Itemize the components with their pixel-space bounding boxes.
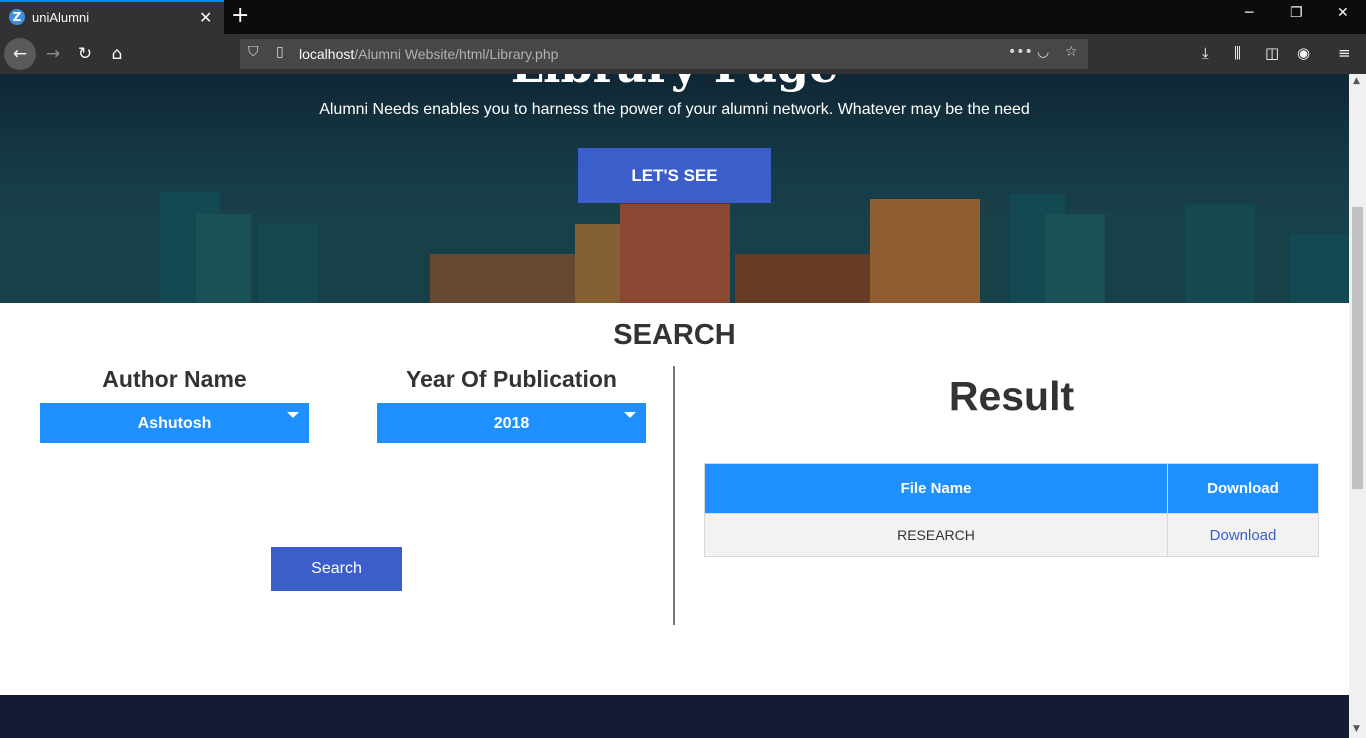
table-row: RESEARCH Download [704,513,1319,557]
bookmark-star-icon[interactable]: ☆ [1065,44,1078,60]
page-viewport: Library Page Alumni Needs enables you to… [0,74,1349,738]
home-icon[interactable]: ⌂ [101,38,133,70]
download-header: Download [1167,463,1319,514]
forward-icon[interactable]: → [37,38,69,70]
site-favicon-icon: Z [9,9,25,25]
dropdown-arrow-icon [287,412,299,418]
table-header-row: File Name Download [704,463,1319,514]
author-selected-value: Ashutosh [137,415,212,432]
browser-tab[interactable]: Z uniAlumni ✕ [0,0,224,34]
library-icon[interactable]: ⫼ [1234,44,1241,62]
file-name-cell: RESEARCH [704,513,1168,557]
page-icon: ▯ [276,44,284,60]
file-name-header: File Name [704,463,1168,514]
shield-icon[interactable]: ⛉ [248,44,259,60]
account-icon[interactable]: ◉ [1297,44,1310,62]
download-cell: Download [1167,513,1319,557]
close-tab-icon[interactable]: ✕ [199,8,212,27]
year-selected-value: 2018 [493,415,530,432]
restore-icon[interactable]: ❐ [1290,5,1303,21]
window-close-icon[interactable]: ✕ [1337,5,1349,21]
browser-tab-bar: Z uniAlumni ✕ + ─ ❐ ✕ [0,0,1366,34]
url-host: localhost [299,46,355,62]
download-link[interactable]: Download [1210,527,1277,544]
reload-icon[interactable]: ↻ [69,38,101,70]
search-heading: SEARCH [613,319,736,351]
author-name-select[interactable]: Ashutosh [40,403,309,443]
sidebar-icon[interactable]: ◫ [1265,44,1279,62]
tab-title: uniAlumni [32,10,90,25]
hero-title: Library Page [0,74,1349,93]
lets-see-button[interactable]: LET'S SEE [578,148,771,203]
author-name-label: Author Name [102,366,247,392]
page-footer [0,695,1349,738]
scroll-up-arrow-icon[interactable]: ▲ [1353,76,1360,86]
scroll-down-arrow-icon[interactable]: ▼ [1353,724,1360,734]
address-bar[interactable]: ⛉ ▯ localhost/Alumni Website/html/Librar… [240,39,1088,69]
page-actions-icon[interactable]: ••• [1008,44,1033,60]
browser-nav-bar: ← → ↻ ⌂ ⛉ ▯ localhost/Alumni Website/htm… [0,34,1366,74]
hero-subtitle: Alumni Needs enables you to harness the … [319,101,1030,118]
search-button[interactable]: Search [271,547,402,591]
page-scrollbar[interactable]: ▲ ▼ [1349,74,1366,738]
menu-icon[interactable]: ≡ [1338,44,1351,62]
minimize-icon[interactable]: ─ [1245,5,1253,21]
dropdown-arrow-icon [624,412,636,418]
pocket-icon[interactable]: ◡ [1037,44,1049,60]
url-path: /Alumni Website/html/Library.php [354,46,559,62]
year-of-publication-select[interactable]: 2018 [377,403,646,443]
scrollbar-thumb[interactable] [1352,207,1363,489]
year-of-publication-label: Year Of Publication [406,366,617,392]
downloads-icon[interactable]: ⤓ [1202,44,1209,62]
url-text[interactable]: localhost/Alumni Website/html/Library.ph… [299,46,558,62]
hero-banner: Library Page Alumni Needs enables you to… [0,74,1349,303]
vertical-divider [673,366,675,625]
result-title: Result [948,373,1075,419]
back-icon[interactable]: ← [4,38,36,70]
result-table: File Name Download RESEARCH Download [704,463,1319,557]
new-tab-icon[interactable]: + [231,3,249,28]
